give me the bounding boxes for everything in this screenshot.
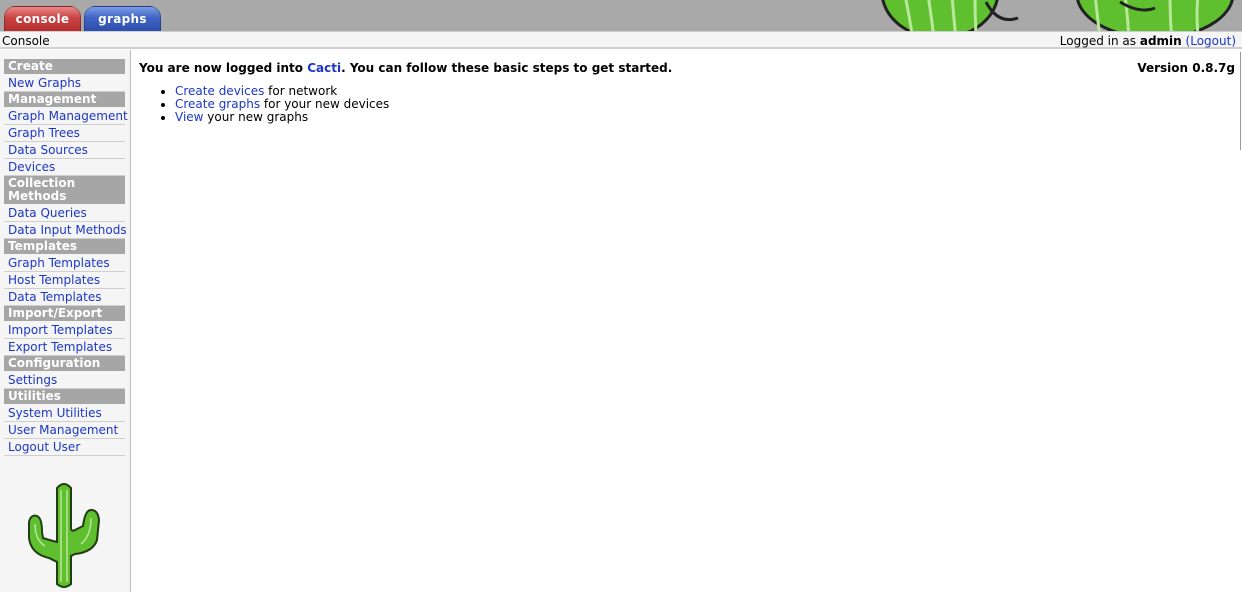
login-user: admin <box>1139 34 1182 48</box>
step-item: View your new graphs <box>175 111 1235 124</box>
logout-link[interactable]: Logout <box>1190 34 1231 48</box>
page-scrollbar[interactable] <box>1240 52 1241 150</box>
welcome-message: You are now logged into Cacti. You can f… <box>139 61 1235 75</box>
step-text: your new graphs <box>203 110 309 124</box>
sidebar-item-settings[interactable]: Settings <box>4 372 125 389</box>
sidebar-header-management: Management <box>4 92 125 107</box>
login-prefix: Logged in as <box>1059 34 1140 48</box>
sidebar-item-data-queries[interactable]: Data Queries <box>4 205 125 222</box>
sidebar-header-collection-methods: Collection Methods <box>4 176 125 204</box>
breadcrumb-bar: Console Logged in as admin (Logout) <box>0 31 1242 49</box>
step-link-view[interactable]: View <box>175 110 203 124</box>
welcome-prefix: You are now logged into <box>139 61 308 75</box>
sidebar-item-host-templates[interactable]: Host Templates <box>4 272 125 289</box>
steps-list: Create devices for networkCreate graphs … <box>139 85 1235 124</box>
logout-link-wrap: (Logout) <box>1185 34 1236 48</box>
top-tab-bar: console graphs <box>0 0 1242 31</box>
step-item: Create graphs for your new devices <box>175 98 1235 111</box>
welcome-suffix: . You can follow these basic steps to ge… <box>341 61 673 75</box>
version-label: Version 0.8.7g <box>1137 61 1235 75</box>
sidebar-item-system-utilities[interactable]: System Utilities <box>4 405 125 422</box>
sidebar-item-export-templates[interactable]: Export Templates <box>4 339 125 356</box>
step-link-create-devices[interactable]: Create devices <box>175 84 264 98</box>
sidebar-item-graph-trees[interactable]: Graph Trees <box>4 125 125 142</box>
sidebar-header-configuration: Configuration <box>4 356 125 371</box>
step-text: for network <box>264 84 338 98</box>
sidebar-item-data-sources[interactable]: Data Sources <box>4 142 125 159</box>
sidebar-header-import-export: Import/Export <box>4 306 125 321</box>
sidebar-menu: Create New Graphs Management Graph Manageme… <box>4 59 128 456</box>
sidebar-item-graph-templates[interactable]: Graph Templates <box>4 255 125 272</box>
login-info: Logged in as admin (Logout) <box>1060 34 1236 48</box>
sidebar-item-devices[interactable]: Devices <box>4 159 125 176</box>
sidebar-item-new-graphs[interactable]: New Graphs <box>4 75 125 92</box>
sidebar-item-data-input-methods[interactable]: Data Input Methods <box>4 222 127 239</box>
cactus-logo-icon <box>28 483 101 588</box>
cactus-banner-icon <box>881 0 1234 31</box>
sidebar-item-import-templates[interactable]: Import Templates <box>4 322 125 339</box>
sidebar-item-user-management[interactable]: User Management <box>4 422 125 439</box>
step-link-create-graphs[interactable]: Create graphs <box>175 97 260 111</box>
sidebar-item-graph-management[interactable]: Graph Management <box>4 108 128 125</box>
tab-console[interactable]: console <box>4 6 81 31</box>
sidebar-header-utilities: Utilities <box>4 389 125 404</box>
sidebar-header-templates: Templates <box>4 239 125 254</box>
sidebar: Create New Graphs Management Graph Manageme… <box>0 50 131 592</box>
step-text: for your new devices <box>260 97 390 111</box>
sidebar-item-data-templates[interactable]: Data Templates <box>4 289 125 306</box>
sidebar-item-logout-user[interactable]: Logout User <box>4 439 125 456</box>
sidebar-header-create: Create <box>4 59 125 74</box>
cacti-link[interactable]: Cacti <box>307 61 341 75</box>
tab-graphs[interactable]: graphs <box>84 6 161 31</box>
main-content: You are now logged into Cacti. You can f… <box>139 61 1235 124</box>
breadcrumb: Console <box>2 34 50 48</box>
